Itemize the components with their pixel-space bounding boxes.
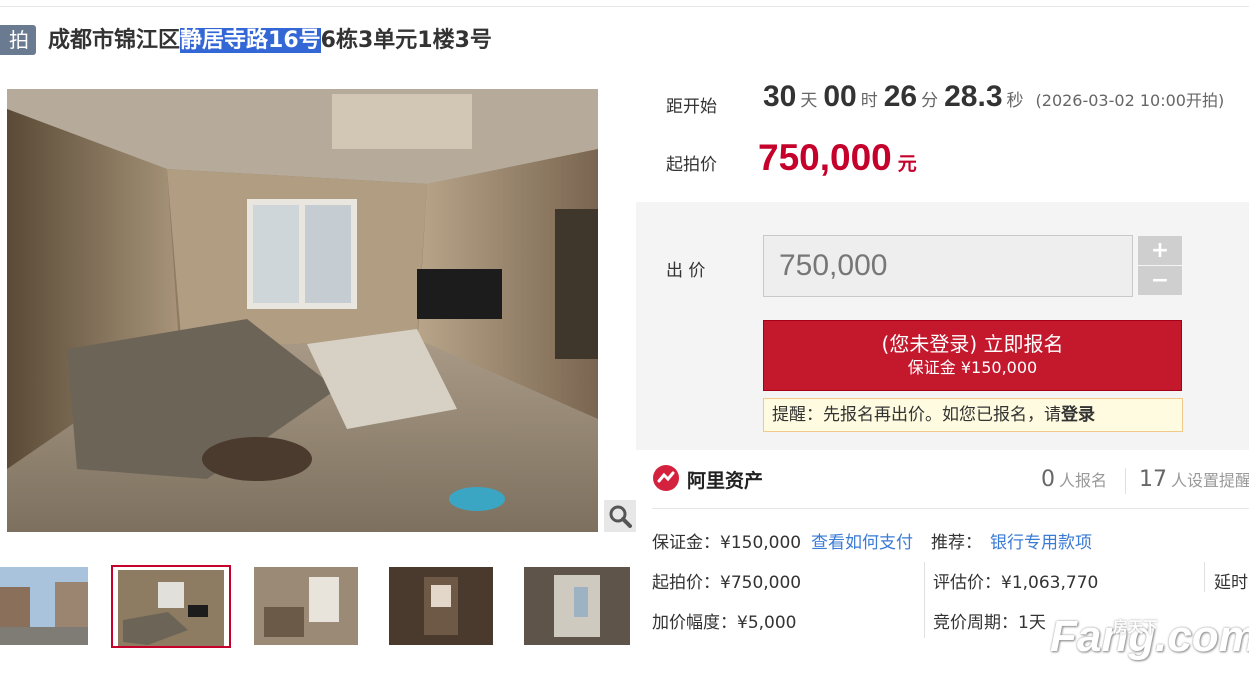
countdown-label: 距开始 (666, 97, 717, 117)
decrease-button[interactable]: − (1138, 266, 1182, 295)
hours-unit: 时 (860, 91, 878, 111)
minutes-unit: 分 (921, 91, 939, 111)
countdown: 30 天 00 时 26 分 28.3 秒 (2026-03-02 10:00开拍) (763, 80, 1224, 114)
fang-watermark: Fang.com 房天下 (1050, 612, 1249, 662)
ali-assets-logo-icon (652, 464, 680, 496)
reminder-count-value: 17 (1139, 467, 1167, 492)
increase-button[interactable]: + (1138, 236, 1182, 265)
days-unit: 天 (800, 91, 818, 111)
start-price-unit: 元 (897, 153, 917, 175)
thumbnail-4[interactable] (389, 567, 493, 645)
platform-name: 阿里资产 (687, 470, 764, 492)
login-tip: 提醒：先报名再出价。如您已报名，请登录 (763, 398, 1183, 432)
main-photo[interactable] (7, 89, 598, 532)
period-info: 竞价周期：1天 (933, 613, 1046, 633)
reminder-count: 17 人设置提醒 (1139, 467, 1249, 492)
auction-badge: 拍 (0, 25, 36, 55)
appraisal-info: 评估价：¥1,063,770 (933, 573, 1099, 593)
start-price-value: 750,000 (758, 137, 892, 178)
reminder-count-label: 人设置提醒 (1171, 471, 1249, 490)
thumbnail-3[interactable] (254, 567, 358, 645)
signup-count-label: 人报名 (1059, 471, 1108, 490)
start-price: 750,000 元 (758, 137, 917, 179)
signup-button[interactable]: (您未登录) 立即报名 保证金 ¥150,000 (763, 320, 1182, 391)
page-title: 成都市锦江区静居寺路16号6栋3单元1楼3号 (48, 26, 492, 56)
stat-divider (1125, 468, 1126, 494)
signup-label: (您未登录) 立即报名 (881, 332, 1064, 356)
bid-label: 出 价 (666, 261, 706, 281)
signup-deposit: 保证金 ¥150,000 (907, 358, 1038, 377)
delay-info: 延时 (1214, 573, 1248, 593)
bank-account-link[interactable]: 银行专用款项 (990, 528, 1092, 553)
watermark-small-text: 房天下 (1113, 618, 1159, 636)
countdown-minutes: 26 (883, 80, 918, 113)
thumbnail-5[interactable] (524, 567, 630, 645)
title-highlight: 静居寺路16号 (180, 28, 321, 53)
recommend-label: 推荐： (931, 533, 982, 553)
bid-input[interactable]: 750,000 (763, 235, 1133, 297)
signup-count-value: 0 (1041, 467, 1055, 492)
countdown-hours: 00 (823, 80, 857, 113)
start-price-info: 起拍价：¥750,000 (652, 573, 802, 593)
login-link[interactable]: 登录 (1061, 405, 1095, 425)
title-prefix: 成都市锦江区 (48, 28, 181, 53)
signup-count: 0 人报名 (1041, 467, 1107, 492)
how-to-pay-link[interactable]: 查看如何支付 (811, 528, 913, 553)
magnifier-icon (609, 505, 632, 528)
start-price-label: 起拍价 (666, 155, 717, 175)
thumbnail-1[interactable] (0, 567, 88, 645)
increment-info: 加价幅度：¥5,000 (652, 613, 797, 633)
details-divider (652, 508, 1249, 509)
thumbnail-selected-frame (111, 565, 231, 648)
deposit-info: 保证金：¥150,000 (652, 533, 802, 553)
zoom-button[interactable] (604, 500, 636, 532)
countdown-days: 30 (763, 80, 797, 113)
tip-text: 提醒：先报名再出价。如您已报名，请 (772, 405, 1061, 425)
countdown-seconds: 28.3 (944, 80, 1003, 113)
title-suffix: 6栋3单元1楼3号 (320, 28, 492, 53)
details-col-divider (924, 562, 925, 638)
start-date: (2026-03-02 10:00开拍) (1035, 91, 1225, 110)
top-divider (0, 6, 1249, 7)
details-col-divider-2 (1204, 562, 1205, 592)
seconds-unit: 秒 (1006, 91, 1024, 111)
